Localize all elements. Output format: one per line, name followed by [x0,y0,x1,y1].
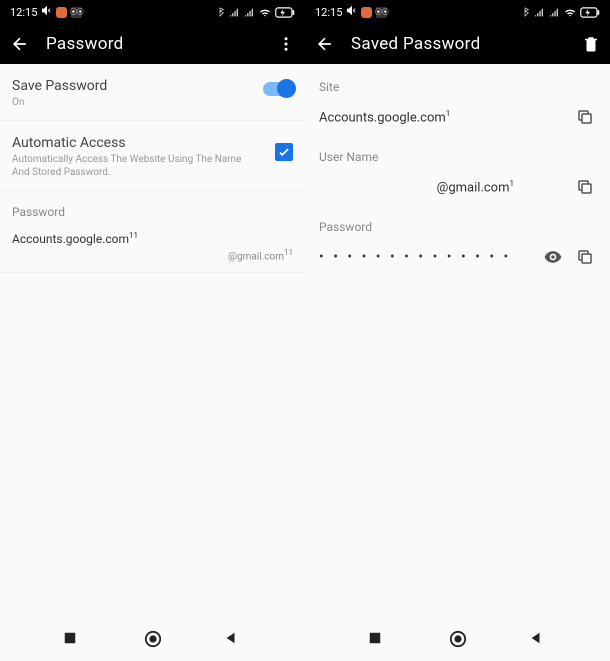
more-menu-button[interactable] [277,35,295,53]
app-bar: Saved Password [305,24,610,64]
arrow-left-icon [10,34,30,54]
back-button[interactable] [10,34,30,54]
screen-password-detail: 12:15 ⦿⦿ Saved Password Site [305,0,610,661]
password-item-site: Accounts.google.com11 [12,231,293,246]
triangle-left-icon [529,631,543,645]
save-password-setting[interactable]: Save Password On [0,64,305,121]
nav-back-button[interactable] [224,630,242,648]
status-bar: 12:15 ⦿⦿ [0,0,305,24]
save-password-toggle[interactable] [263,82,293,96]
navigation-bar [305,619,610,659]
arrow-left-icon [315,34,335,54]
notification-badge-icon [56,7,67,18]
site-field: Site Accounts.google.com1 [305,64,610,134]
tile-icon: ⦿⦿ [376,7,387,18]
signal-1-icon [534,7,545,17]
save-password-title: Save Password [12,78,107,94]
nav-recent-button[interactable] [63,630,81,648]
nav-home-button[interactable] [449,630,467,648]
copy-icon [576,248,594,266]
circle-icon [449,630,467,648]
trash-icon [582,35,600,53]
status-bar: 12:15 ⦿⦿ [305,0,610,24]
mute-icon [41,5,52,19]
save-password-desc: On [12,96,107,110]
mute-icon [346,5,357,19]
saved-password-item[interactable]: Accounts.google.com11 @gmail.com11 [0,223,305,273]
check-icon [277,145,291,159]
eye-icon [543,247,563,267]
signal-1-icon [229,7,240,17]
status-time: 12:15 [315,6,342,19]
circle-icon [144,630,162,648]
square-icon [63,631,77,645]
battery-icon [275,7,295,18]
triangle-left-icon [224,631,238,645]
copy-username-button[interactable] [574,176,596,198]
username-label: User Name [319,150,596,164]
status-time: 12:15 [10,6,37,19]
automatic-access-title: Automatic Access [12,135,242,151]
password-label: Password [319,220,596,234]
battery-icon [580,7,600,18]
password-value: • • • • • • • • • • • • • • [319,249,532,265]
status-indicators [215,7,295,18]
site-value: Accounts.google.com1 [319,109,564,125]
show-password-button[interactable] [542,246,564,268]
password-field: Password • • • • • • • • • • • • • • [305,204,610,274]
delete-button[interactable] [582,35,600,53]
password-item-user: @gmail.com11 [12,248,293,262]
signal-2-icon [244,7,255,17]
screen-passwords-list: 12:15 ⦿⦿ Password Save Password On [0,0,305,661]
bluetooth-icon [215,7,225,17]
wifi-icon [564,7,576,17]
copy-site-button[interactable] [574,106,596,128]
square-icon [368,631,382,645]
copy-icon [576,108,594,126]
signal-2-icon [549,7,560,17]
page-title: Password [46,34,261,54]
navigation-bar [0,619,305,659]
more-vertical-icon [277,35,295,53]
bluetooth-icon [520,7,530,17]
password-section-header: Password [0,191,305,223]
wifi-icon [259,7,271,17]
copy-icon [576,178,594,196]
automatic-access-checkbox[interactable] [275,143,293,161]
back-button[interactable] [315,34,335,54]
username-field: User Name @gmail.com1 [305,134,610,204]
nav-recent-button[interactable] [368,630,386,648]
content-area: Site Accounts.google.com1 User Name @gma… [305,64,610,661]
copy-password-button[interactable] [574,246,596,268]
nav-back-button[interactable] [529,630,547,648]
notification-badge-icon [361,7,372,18]
page-title: Saved Password [351,34,566,54]
app-bar: Password [0,24,305,64]
status-indicators [520,7,600,18]
nav-home-button[interactable] [144,630,162,648]
content-area: Save Password On Automatic Access Automa… [0,64,305,661]
automatic-access-desc: Automatically Access The Website Using T… [12,153,242,180]
site-label: Site [319,80,596,94]
tile-icon: ⦿⦿ [71,7,82,18]
automatic-access-setting[interactable]: Automatic Access Automatically Access Th… [0,121,305,191]
username-value: @gmail.com1 [319,179,564,195]
